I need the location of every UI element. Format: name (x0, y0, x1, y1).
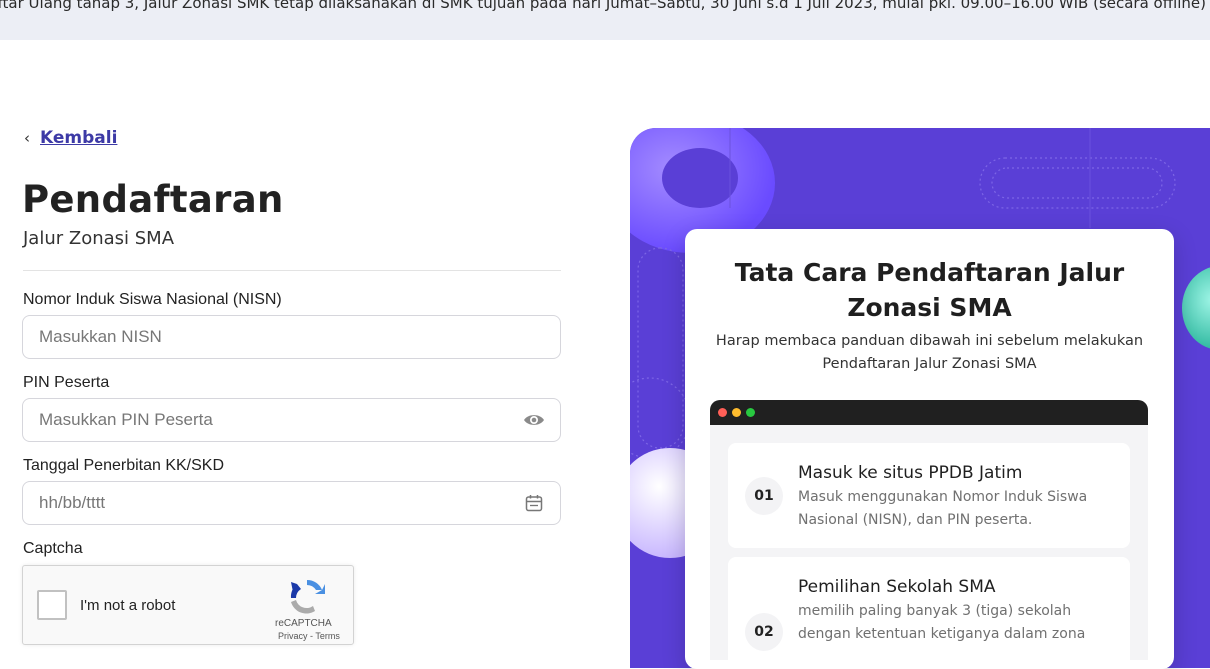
step-description: Masuk menggunakan Nomor Induk Siswa Nasi… (798, 489, 1088, 528)
recaptcha-text: I'm not a robot (80, 597, 176, 614)
recaptcha-checkbox[interactable] (37, 590, 67, 620)
back-link[interactable]: ‹ Kembali (24, 128, 117, 148)
browser-mockup: 01 Masuk ke situs PPDB Jatim Masuk mengg… (710, 400, 1148, 660)
pin-input[interactable] (37, 409, 522, 431)
browser-title-bar (710, 400, 1148, 425)
step-card-2: 02 Pemilihan Sekolah SMA memilih paling … (728, 557, 1130, 660)
captcha-label: Captcha (23, 540, 83, 557)
chevron-left-icon: ‹ (24, 129, 30, 147)
step-card-1: 01 Masuk ke situs PPDB Jatim Masuk mengg… (728, 443, 1130, 548)
recaptcha-brand: reCAPTCHA (275, 618, 332, 629)
recaptcha-terms[interactable]: Privacy - Terms (278, 631, 340, 641)
page-subtitle: Jalur Zonasi SMA (23, 228, 175, 249)
page-title: Pendaftaran (22, 178, 284, 221)
recaptcha-widget: I'm not a robot reCAPTCHA Privacy - Term… (22, 565, 354, 645)
window-dot-yellow (732, 408, 741, 417)
guide-title: Tata Cara Pendaftaran Jalur Zonasi SMA (734, 258, 1125, 322)
pin-field[interactable] (22, 398, 561, 442)
nisn-input[interactable] (37, 326, 546, 348)
announcement-bar: Daftar Ulang tahap 3, Jalur Zonasi SMK t… (0, 0, 1210, 40)
step-title: Masuk ke situs PPDB Jatim (798, 463, 1023, 483)
kk-date-input[interactable] (37, 492, 522, 514)
pin-label: PIN Peserta (23, 374, 110, 391)
window-dot-green (746, 408, 755, 417)
step-title: Pemilihan Sekolah SMA (798, 577, 996, 597)
divider (23, 270, 561, 271)
kk-date-label: Tanggal Penerbitan KK/SKD (23, 457, 225, 474)
eye-icon[interactable] (522, 408, 546, 432)
announcement-text: Daftar Ulang tahap 3, Jalur Zonasi SMK t… (0, 0, 1206, 12)
guide-subtitle: Harap membaca panduan dibawah ini sebelu… (715, 333, 1144, 372)
nisn-field[interactable] (22, 315, 561, 359)
back-link-label[interactable]: Kembali (40, 128, 117, 148)
step-number: 01 (745, 477, 783, 515)
step-number: 02 (745, 613, 783, 651)
calendar-icon[interactable] (522, 491, 546, 515)
nisn-label: Nomor Induk Siswa Nasional (NISN) (23, 291, 282, 308)
kk-date-field[interactable] (22, 481, 561, 525)
window-dot-red (718, 408, 727, 417)
recaptcha-logo-icon (287, 576, 327, 616)
step-description: memilih paling banyak 3 (tiga) sekolah d… (798, 603, 1086, 642)
